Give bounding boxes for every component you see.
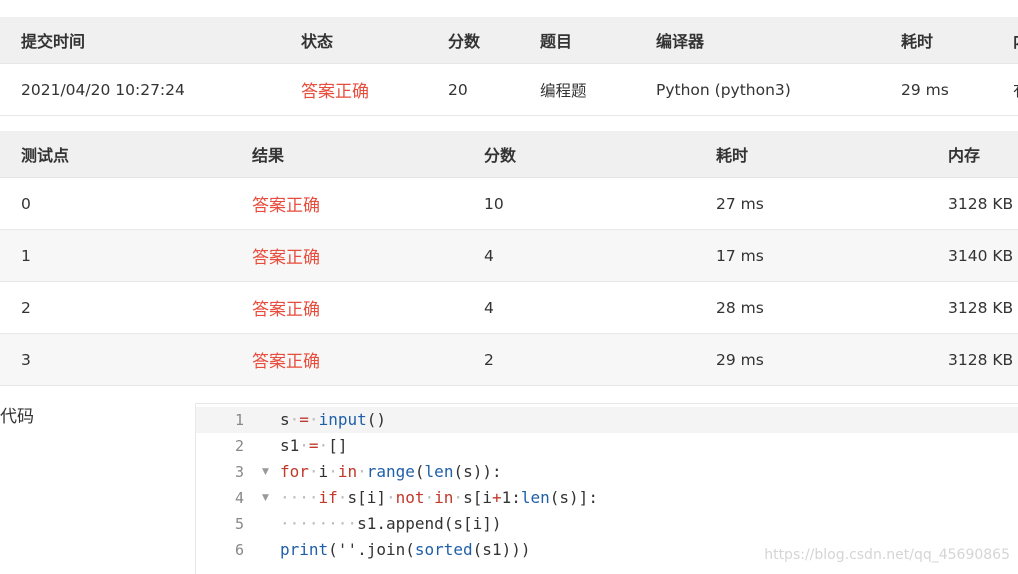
code-line[interactable]: 5 ········s1.append(s[i]) xyxy=(196,511,1018,537)
header-submit-time[interactable]: 提交时间 xyxy=(21,17,85,63)
testcase-time: 28 ms xyxy=(716,298,764,317)
code-text[interactable]: s1·=·[] xyxy=(280,433,347,459)
testcase-score: 10 xyxy=(484,194,504,213)
submit-time-value: 2021/04/20 10:27:24 xyxy=(21,80,185,99)
table-row: 1 答案正确 4 17 ms 3140 KB xyxy=(0,230,1018,282)
line-number: 2 xyxy=(234,437,244,455)
memory-value-cut: 有 xyxy=(1013,64,1018,115)
header-tc-memory: 内存 xyxy=(948,146,981,165)
fold-arrow-icon[interactable]: ▼ xyxy=(262,459,269,485)
code-text[interactable]: s·=·input() xyxy=(280,407,386,433)
header-compiler[interactable]: 编译器 xyxy=(656,17,704,63)
testcase-header-row: 测试点 结果 分数 耗时 内存 xyxy=(0,131,1018,178)
submission-row: 2021/04/20 10:27:24 答案正确 20 编程题 Python (… xyxy=(0,64,1018,116)
header-problem[interactable]: 题目 xyxy=(540,17,572,63)
header-time[interactable]: 耗时 xyxy=(901,17,933,63)
header-tc-score: 分数 xyxy=(484,146,517,165)
line-number: 5 xyxy=(234,515,244,533)
code-text[interactable]: ········s1.append(s[i]) xyxy=(280,511,502,537)
code-line[interactable]: 3 ▼ for·i·in·range(len(s)): xyxy=(196,459,1018,485)
code-line[interactable]: 4 ▼ ····if·s[i]·not·in·s[i+1:len(s)]: xyxy=(196,485,1018,511)
testcase-id: 1 xyxy=(21,246,31,265)
testcase-result: 答案正确 xyxy=(252,248,320,268)
status-value: 答案正确 xyxy=(301,82,369,102)
testcase-memory: 3128 KB xyxy=(948,194,1014,213)
fold-arrow-icon[interactable]: ▼ xyxy=(262,485,269,511)
code-text[interactable]: ····if·s[i]·not·in·s[i+1:len(s)]: xyxy=(280,485,598,511)
testcase-score: 4 xyxy=(484,246,494,265)
testcase-result: 答案正确 xyxy=(252,300,320,320)
table-row: 3 答案正确 2 29 ms 3128 KB xyxy=(0,334,1018,386)
submission-table: 提交时间 状态 分数 题目 编译器 耗时 内 2021/04/20 10:27:… xyxy=(0,17,1018,116)
testcase-id: 3 xyxy=(21,350,31,369)
header-testcase: 测试点 xyxy=(21,146,70,165)
code-text[interactable]: print(''.join(sorted(s1))) xyxy=(280,537,530,563)
time-value: 29 ms xyxy=(901,80,949,99)
testcase-score: 4 xyxy=(484,298,494,317)
header-tc-time: 耗时 xyxy=(716,146,749,165)
testcase-memory: 3128 KB xyxy=(948,298,1014,317)
score-value: 20 xyxy=(448,80,468,99)
header-score[interactable]: 分数 xyxy=(448,17,480,63)
code-line[interactable]: 2 s1·=·[] xyxy=(196,433,1018,459)
testcase-result: 答案正确 xyxy=(252,352,320,372)
testcase-time: 29 ms xyxy=(716,350,764,369)
testcase-score: 2 xyxy=(484,350,494,369)
table-row: 0 答案正确 10 27 ms 3128 KB xyxy=(0,178,1018,230)
problem-link[interactable]: 编程题 xyxy=(540,64,587,115)
header-memory-cut: 内 xyxy=(1013,17,1018,63)
line-number: 4 xyxy=(234,489,244,507)
testcase-result: 答案正确 xyxy=(252,196,320,216)
testcase-time: 27 ms xyxy=(716,194,764,213)
code-text[interactable]: for·i·in·range(len(s)): xyxy=(280,459,502,485)
line-number: 1 xyxy=(234,411,244,429)
testcase-memory: 3128 KB xyxy=(948,350,1014,369)
header-result: 结果 xyxy=(252,146,285,165)
testcase-table: 测试点 结果 分数 耗时 内存 0 答案正确 10 27 ms 3128 KB … xyxy=(0,131,1018,386)
testcase-time: 17 ms xyxy=(716,246,764,265)
watermark: https://blog.csdn.net/qq_45690865 xyxy=(764,547,1010,563)
code-section-label: 代码 xyxy=(0,407,34,427)
submission-header-row: 提交时间 状态 分数 题目 编译器 耗时 内 xyxy=(0,17,1018,64)
testcase-memory: 3140 KB xyxy=(948,246,1014,265)
testcase-id: 2 xyxy=(21,298,31,317)
line-number: 6 xyxy=(234,541,244,559)
testcase-id: 0 xyxy=(21,194,31,213)
line-number: 3 xyxy=(234,463,244,481)
header-status[interactable]: 状态 xyxy=(301,17,333,63)
code-line[interactable]: 1 s·=·input() xyxy=(196,407,1018,433)
table-row: 2 答案正确 4 28 ms 3128 KB xyxy=(0,282,1018,334)
compiler-value: Python (python3) xyxy=(656,80,791,99)
